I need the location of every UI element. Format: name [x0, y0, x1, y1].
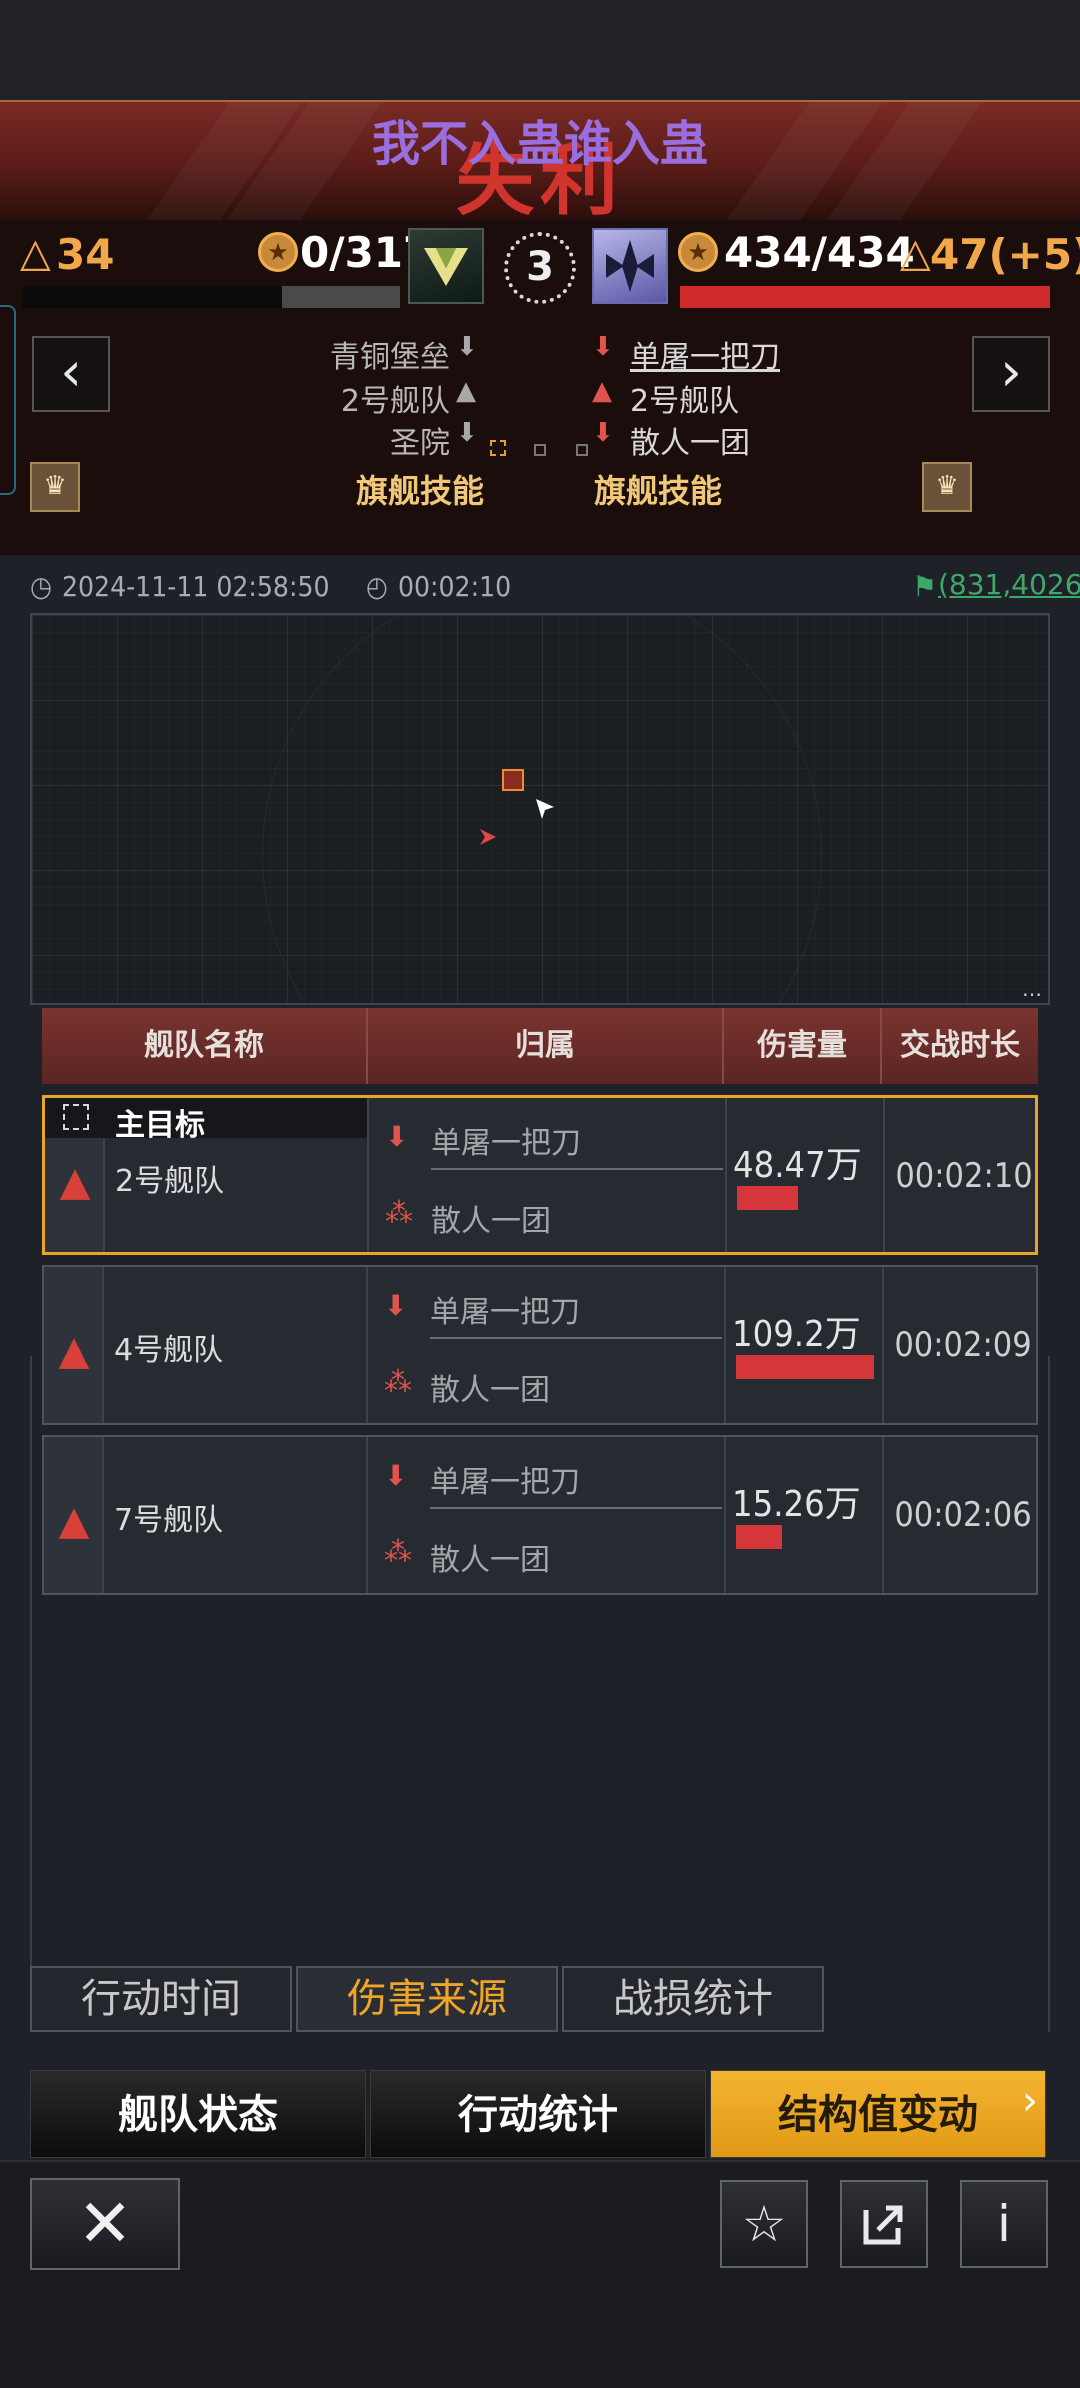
engage-duration: 00:02:06	[894, 1495, 1032, 1535]
right-hp-bar	[680, 286, 1050, 308]
fleet-up-icon: ▲	[592, 376, 612, 406]
main-target-tag	[45, 1098, 367, 1138]
table-row[interactable]: ▲ 7号舰队 ⬇ 单屠一把刀 ⁂ 散人一团 15.26万 00:02:06	[42, 1435, 1038, 1595]
guild-icon: ⁂	[384, 1365, 412, 1398]
tab-structure-change[interactable]: 结构值变动	[710, 2070, 1046, 2158]
battle-datetime: 2024-11-11 02:58:50	[62, 570, 330, 603]
timer-icon: ◴	[366, 570, 388, 603]
fleet-up-icon: ▲	[59, 1159, 91, 1205]
left-hp-remaining	[282, 286, 400, 308]
info-button[interactable]: i	[960, 2180, 1048, 2268]
right-rank: 47(+5)	[930, 230, 1080, 279]
tab-damage-source[interactable]: 伤害来源	[296, 1966, 558, 2032]
left-rank: 34	[56, 230, 115, 279]
cursor-icon	[536, 799, 554, 819]
table-row[interactable]: ▲ 4号舰队 ⬇ 单屠一把刀 ⁂ 散人一团 109.2万 00:02:09	[42, 1265, 1038, 1425]
col-damage: 伤害量	[724, 1008, 882, 1084]
guild-icon: ⁂	[384, 1535, 412, 1568]
fleet-marker-icon[interactable]	[476, 825, 500, 849]
side-drawer-handle[interactable]	[0, 305, 16, 495]
fleet-down-icon: ⬇	[456, 332, 478, 362]
right-fleet-2: 2号舰队	[630, 384, 740, 419]
left-skill-icon[interactable]: ♛	[30, 462, 80, 512]
favorite-button[interactable]: ☆	[720, 2180, 808, 2268]
left-fleet-2: 2号舰队	[340, 384, 450, 419]
col-owner: 归属	[368, 1008, 724, 1084]
fleet-down-icon: ⬇	[592, 332, 614, 362]
damage-value: 15.26万	[732, 1484, 861, 1525]
medal-icon: ★	[678, 232, 718, 272]
chevron-right-icon: ›	[1022, 2078, 1038, 2124]
left-flagship-skill-label[interactable]: 旗舰技能	[356, 466, 484, 512]
damage-bar	[736, 1355, 874, 1379]
fleet-name: 4号舰队	[114, 1333, 224, 1368]
player-icon: ⬇	[385, 1120, 409, 1153]
status-bar-area	[0, 0, 1080, 100]
tab-action-time[interactable]: 行动时间	[30, 1966, 292, 2032]
right-fleet-3: 散人一团	[630, 426, 750, 461]
damage-bar	[737, 1186, 798, 1210]
target-icon	[63, 1104, 89, 1130]
guild-icon: ⁂	[385, 1196, 413, 1229]
owner-guild: 散人一团	[430, 1373, 550, 1408]
right-fleet-1[interactable]: 单屠一把刀	[630, 332, 850, 376]
right-flagship-skill-label[interactable]: 旗舰技能	[594, 466, 722, 512]
target-marker-icon	[490, 440, 506, 456]
col-fleet-name: 舰队名称	[42, 1008, 368, 1084]
main-target-label: 主目标	[115, 1108, 205, 1143]
owner-player: 单屠一把刀	[430, 1295, 580, 1330]
fleet-name: 2号舰队	[115, 1164, 225, 1199]
tab-loss-stats[interactable]: 战损统计	[562, 1966, 824, 2032]
owner-guild: 散人一团	[431, 1204, 551, 1239]
fleet-up-icon: ▲	[456, 376, 476, 406]
damage-value: 48.47万	[733, 1145, 862, 1186]
coordinates-link[interactable]: (831,4026)	[938, 568, 1080, 601]
square-marker-icon	[576, 444, 588, 456]
share-icon	[863, 2205, 903, 2245]
owner-guild: 散人一团	[430, 1543, 550, 1578]
col-duration: 交战时长	[900, 1028, 1020, 1063]
table-header: 舰队名称 归属 伤害量 交战时长	[42, 1008, 1038, 1084]
rank-triangle-icon: △	[20, 230, 51, 276]
right-faction-emblem	[592, 228, 668, 304]
damage-value: 109.2万	[732, 1314, 861, 1355]
fleet-up-icon: ▲	[58, 1498, 90, 1544]
engage-duration: 00:02:09	[894, 1325, 1032, 1365]
right-skill-icon[interactable]: ♛	[922, 462, 972, 512]
guild-icon: ⬇	[592, 418, 614, 448]
right-score: 434/434	[724, 228, 915, 277]
medal-icon: ★	[258, 232, 298, 272]
tab-action-stats[interactable]: 行动统计	[370, 2070, 706, 2158]
left-faction-emblem	[408, 228, 484, 304]
table-row[interactable]: 主目标 ▲ 2号舰队 ⬇ 单屠一把刀 ⁂ 散人一团 48.47万 00:02:1…	[42, 1095, 1038, 1255]
engage-duration: 00:02:10	[895, 1156, 1033, 1196]
round-indicator: 3	[504, 232, 576, 304]
target-structure-icon[interactable]	[502, 769, 524, 791]
prev-battle-button[interactable]: ‹	[32, 336, 110, 412]
left-fleet-3: 圣院	[390, 426, 450, 461]
next-battle-button[interactable]: ›	[972, 336, 1050, 412]
rank-triangle-icon: △	[900, 230, 931, 276]
tab-fleet-status[interactable]: 舰队状态	[30, 2070, 366, 2158]
more-icon[interactable]: …	[1022, 977, 1042, 1001]
owner-player: 单屠一把刀	[430, 1465, 580, 1500]
location-flag-icon: ⚑	[912, 570, 938, 603]
player-icon: ⬇	[384, 1289, 408, 1322]
left-fleet-1: 青铜堡垒	[330, 340, 450, 375]
player-name: 我不入蛊谁入蛊	[371, 116, 708, 172]
owner-player: 单屠一把刀	[431, 1126, 581, 1161]
square-marker-icon	[534, 444, 546, 456]
fleet-name: 7号舰队	[114, 1503, 224, 1538]
battle-map[interactable]: …	[30, 613, 1050, 1005]
player-icon: ⬇	[384, 1459, 408, 1492]
fleet-up-icon: ▲	[58, 1328, 90, 1374]
close-button[interactable]: ✕	[30, 2178, 180, 2270]
guild-icon: ⬇	[456, 418, 478, 448]
clock-icon: ◷	[30, 570, 52, 603]
share-button[interactable]	[840, 2180, 928, 2268]
battle-duration: 00:02:10	[398, 570, 512, 603]
damage-bar	[736, 1525, 782, 1549]
